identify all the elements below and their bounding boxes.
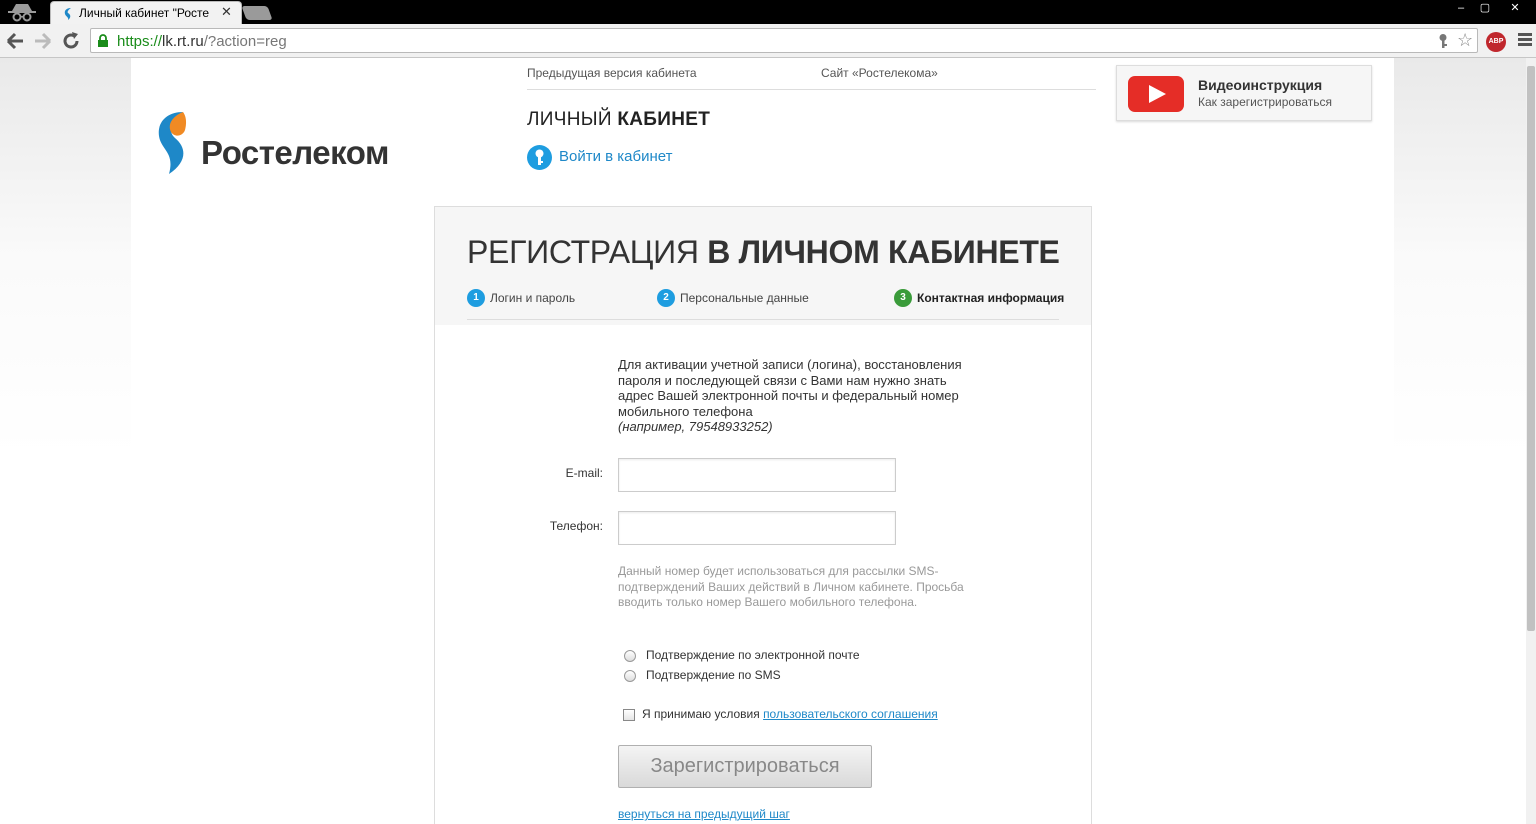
browser-titlebar: Личный кабинет "Росте ✕ – ▢ ✕ — [0, 0, 1536, 24]
step-personal-data[interactable]: 2 Персональные данные — [657, 289, 809, 307]
incognito-icon — [6, 2, 38, 22]
email-label: E-mail: — [565, 466, 603, 480]
video-instruction-box[interactable]: Видеоинструкция Как зарегистрироваться — [1116, 65, 1372, 121]
header-links: Предыдущая версия кабинета Сайт «Ростеле… — [527, 66, 1096, 90]
phone-label: Телефон: — [549, 519, 603, 533]
step-login-password[interactable]: 1 Логин и пароль — [467, 289, 575, 307]
window-minimize-button[interactable]: – — [1450, 0, 1472, 16]
registration-steps: 1 Логин и пароль 2 Персональные данные 3 Ко… — [467, 287, 1064, 320]
agreement-row: Я принимаю условия пользовательского сог… — [623, 707, 938, 721]
tab-title: Личный кабинет "Росте — [79, 6, 210, 20]
intro-text: Для активации учетной записи (логина), в… — [618, 357, 962, 434]
intro-example: (например, 79548933252) — [618, 419, 773, 434]
logo-text: Ростелеком — [201, 134, 389, 171]
forward-button[interactable] — [32, 30, 54, 52]
browser-toolbar: https://lk.rt.ru/?action=reg ☆ — [0, 24, 1536, 58]
step-number: 2 — [657, 289, 675, 307]
video-subtitle: Как зарегистрироваться — [1198, 95, 1332, 109]
confirm-sms-option[interactable]: Подтверждение по SMS — [624, 668, 781, 682]
url-text: https://lk.rt.ru/?action=reg — [117, 33, 287, 50]
step-contact-info: 3 Контактная информация — [894, 289, 1064, 307]
user-agreement-link[interactable]: пользовательского соглашения — [763, 707, 938, 721]
confirm-sms-radio[interactable] — [624, 669, 636, 682]
page-scrollbar[interactable] — [1526, 58, 1536, 824]
phone-field[interactable] — [618, 511, 896, 545]
confirm-email-label: Подтверждение по электронной почте — [646, 648, 860, 662]
step-number: 3 — [894, 289, 912, 307]
browser-tab[interactable]: Личный кабинет "Росте ✕ — [50, 1, 242, 24]
page-content: Ростелеком Предыдущая версия кабинета Са… — [131, 58, 1394, 824]
login-link-label: Войти в кабинет — [559, 148, 673, 165]
youtube-play-icon — [1128, 76, 1184, 112]
window-close-button[interactable]: ✕ — [1500, 0, 1530, 16]
step-number: 1 — [467, 289, 485, 307]
window-maximize-button[interactable]: ▢ — [1474, 0, 1496, 16]
page-viewport: Ростелеком Предыдущая версия кабинета Са… — [0, 58, 1536, 824]
scrollbar-thumb[interactable] — [1527, 66, 1535, 631]
address-bar[interactable]: https://lk.rt.ru/?action=reg ☆ — [90, 28, 1478, 53]
confirm-sms-label: Подтверждение по SMS — [646, 668, 781, 682]
key-icon — [527, 145, 552, 170]
video-title: Видеоинструкция — [1198, 77, 1323, 93]
previous-version-link[interactable]: Предыдущая версия кабинета — [527, 66, 697, 80]
phone-hint: Данный номер будет использоваться для ра… — [618, 564, 964, 609]
key-icon[interactable] — [1436, 33, 1450, 49]
register-button[interactable]: Зарегистрироваться — [618, 745, 872, 788]
back-button[interactable] — [4, 30, 26, 52]
lock-icon — [97, 34, 109, 47]
confirm-email-option[interactable]: Подтверждение по электронной почте — [624, 648, 860, 662]
agreement-label: Я принимаю условия — [642, 707, 764, 721]
registration-form: Для активации учетной записи (логина), в… — [435, 325, 1091, 824]
rostelecom-site-link[interactable]: Сайт «Ростелекома» — [821, 66, 938, 80]
registration-panel: РЕГИСТРАЦИЯ В ЛИЧНОМ КАБИНЕТЕ 1 Логин и п… — [434, 206, 1092, 824]
reload-button[interactable] — [60, 30, 82, 52]
adblock-plus-icon[interactable]: ABP — [1486, 32, 1506, 52]
new-tab-button[interactable] — [241, 6, 273, 20]
agreement-checkbox[interactable] — [623, 708, 635, 721]
confirm-email-radio[interactable] — [624, 649, 636, 662]
email-field[interactable] — [618, 458, 896, 492]
bookmark-star-icon[interactable]: ☆ — [1457, 30, 1473, 51]
tab-close-icon[interactable]: ✕ — [221, 4, 232, 20]
registration-title: РЕГИСТРАЦИЯ В ЛИЧНОМ КАБИНЕТЕ — [467, 234, 1060, 270]
browser-menu-icon[interactable] — [1518, 33, 1532, 49]
previous-step-link[interactable]: вернуться на предыдущий шаг — [618, 807, 790, 821]
rostelecom-favicon-icon — [63, 7, 73, 20]
cabinet-title: ЛИЧНЫЙ КАБИНЕТ — [527, 109, 711, 130]
